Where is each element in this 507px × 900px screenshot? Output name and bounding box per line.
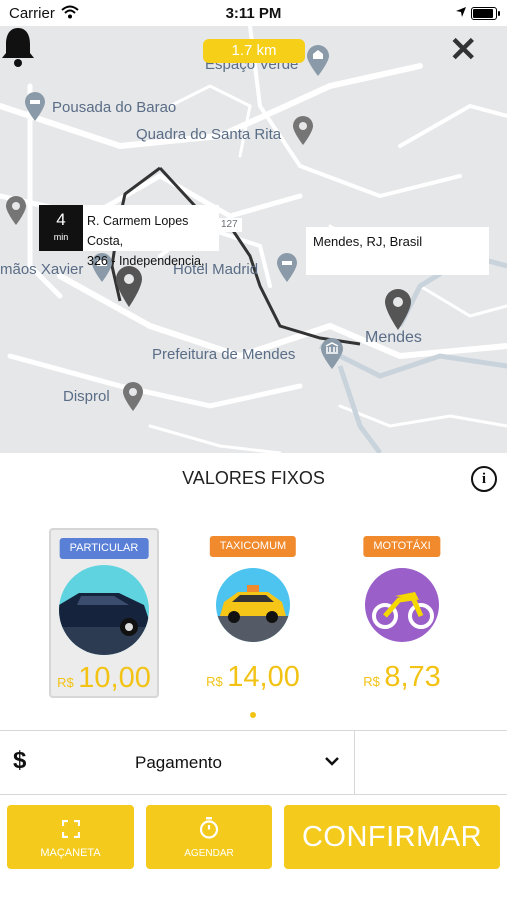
payment-label: Pagamento [135, 753, 222, 772]
payment-selector[interactable]: $ Pagamento [0, 730, 507, 795]
dollar-icon: $ [13, 747, 27, 774]
chevron-down-icon [324, 753, 340, 769]
price-value: 14,00 [227, 661, 300, 693]
close-icon[interactable]: ✕ [449, 33, 478, 67]
distance-badge: 1.7 km [203, 39, 305, 63]
agendar-label: AGENDAR [184, 848, 234, 859]
place-label: Disprol [63, 388, 110, 405]
currency-symbol: R$ [206, 674, 223, 689]
map-pin-icon [123, 382, 143, 411]
place-label: mãos Xavier [0, 261, 84, 278]
clock: 3:11 PM [225, 5, 282, 22]
ride-option-price: R$ 14,00 [198, 661, 308, 694]
location-arrow-icon [455, 5, 467, 22]
agendar-button[interactable]: AGENDAR [146, 805, 272, 869]
motorcycle-icon [365, 568, 439, 642]
car-icon [59, 565, 149, 655]
origin-pin-icon[interactable] [115, 266, 143, 308]
ride-option-mototaxi[interactable]: MOTOTÁXI R$ 8,73 [347, 528, 457, 698]
eta-value: 4 [56, 210, 66, 229]
price-value: 8,73 [384, 661, 441, 693]
ride-options: PARTICULAR R$ 10,00 TAXICOMUM R$ 14,00 M… [0, 503, 507, 728]
ride-option-tag: MOTOTÁXI [363, 536, 441, 557]
expand-icon [7, 819, 134, 843]
map-view[interactable]: Espaço Verde Pousada do Barao Quadra do … [0, 26, 507, 453]
landmark-poi-icon [307, 45, 329, 76]
battery-icon [471, 7, 500, 20]
info-icon[interactable]: i [471, 466, 497, 492]
place-label: Mendes [365, 329, 422, 346]
road-number: 127 [221, 219, 238, 230]
ride-option-taxi[interactable]: TAXICOMUM R$ 14,00 [198, 528, 308, 698]
origin-address-line: R. Carmem Lopes Costa, [87, 214, 189, 248]
map-pin-icon [6, 196, 26, 225]
destination-address-card[interactable]: Mendes, RJ, Brasil [306, 227, 489, 275]
price-value: 10,00 [78, 662, 151, 694]
page-indicator-dot [250, 712, 256, 718]
status-bar: Carrier 3:11 PM [0, 0, 507, 26]
divider [354, 731, 355, 794]
fixed-values-header: VALORES FIXOS i [0, 453, 507, 504]
ride-option-price: R$ 10,00 [51, 662, 157, 695]
eta-badge: 4 min [39, 205, 83, 251]
ride-option-price: R$ 8,73 [347, 661, 457, 694]
taxi-icon [216, 568, 290, 642]
government-poi-icon [321, 338, 343, 369]
confirmar-button[interactable]: CONFIRMAR [284, 805, 500, 869]
place-label: Pousada do Barao [52, 99, 177, 116]
hotel-poi-icon [25, 92, 45, 121]
macaneta-label: MAÇANETA [40, 847, 101, 859]
stopwatch-icon [146, 817, 272, 844]
hotel-poi-icon [277, 253, 297, 282]
map-pin-icon [293, 116, 313, 145]
currency-symbol: R$ [57, 675, 74, 690]
bell-icon[interactable] [0, 26, 36, 68]
destination-pin-icon[interactable] [384, 289, 412, 331]
ride-option-particular[interactable]: PARTICULAR R$ 10,00 [49, 528, 159, 698]
section-title: VALORES FIXOS [182, 468, 325, 488]
place-label: Prefeitura de Mendes [152, 346, 296, 363]
ride-option-tag: TAXICOMUM [209, 536, 297, 557]
origin-address-line: 326 - Independencia, [87, 254, 205, 268]
macaneta-button[interactable]: MAÇANETA [7, 805, 134, 869]
place-label: Quadra do Santa Rita [136, 126, 282, 143]
currency-symbol: R$ [363, 674, 380, 689]
ride-option-tag: PARTICULAR [59, 538, 149, 559]
origin-address-card[interactable]: R. Carmem Lopes Costa, 326 - Independenc… [83, 205, 219, 268]
confirmar-label: CONFIRMAR [301, 821, 483, 853]
eta-unit: min [53, 232, 69, 242]
